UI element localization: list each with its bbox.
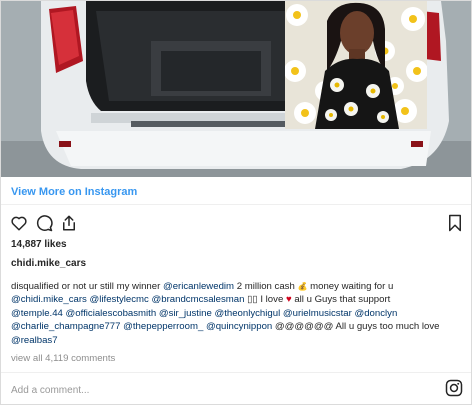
mention-link[interactable]: @lifestylecmc — [90, 294, 149, 305]
mention-link[interactable]: @chidi.mike_cars — [11, 294, 87, 305]
caption-text: all u Guys that support — [291, 294, 391, 306]
bookmark-icon — [449, 214, 461, 232]
likes-count[interactable]: 14,887 likes — [11, 239, 67, 250]
instagram-logo-button[interactable] — [445, 379, 463, 397]
like-button[interactable] — [9, 213, 29, 233]
caption-line: @temple.44 @officialescobasmith @sir_jus… — [11, 307, 466, 320]
caption-text: @@@@@@ All u guys too much love — [272, 321, 440, 333]
mention-link[interactable]: @realbas7 — [11, 335, 58, 346]
mention-link[interactable]: @temple.44 — [11, 308, 63, 319]
caption-line: @realbas7 — [11, 334, 466, 347]
caption-text: disqualified or not ur still my winner — [11, 281, 163, 292]
mention-link[interactable]: @charlie_champagne777 — [11, 321, 120, 332]
share-icon — [63, 215, 75, 231]
mention-link[interactable]: @donclyn — [354, 308, 397, 319]
money-bag-emoji: 💰 — [297, 282, 308, 291]
mention-link[interactable]: @theonlychigul — [214, 308, 280, 319]
mention-link[interactable]: @brandcmcsalesman — [152, 294, 245, 305]
add-comment-input[interactable] — [11, 381, 411, 399]
mention-link[interactable]: @thepepperroom_ — [123, 321, 203, 332]
caption-line: disqualified or not ur still my winner @… — [11, 280, 466, 293]
share-button[interactable] — [59, 213, 79, 233]
save-button[interactable] — [445, 213, 465, 233]
instagram-logo-icon — [445, 379, 463, 397]
mention-link[interactable]: @urielmusicstar — [283, 308, 352, 319]
instagram-embed-card: View More on Instagram 14,887 likes chid… — [0, 0, 472, 405]
post-username[interactable]: chidi.mike_cars — [11, 258, 86, 269]
mention-link[interactable]: @sir_justine — [159, 308, 212, 319]
post-photo[interactable] — [1, 1, 471, 177]
mention-link[interactable]: @quincynippon — [206, 321, 272, 332]
mention-link[interactable]: @ericanlewedim — [163, 281, 234, 292]
divider — [1, 204, 471, 205]
caption-text: 2 million cash — [234, 281, 298, 292]
post-caption: disqualified or not ur still my winner @… — [11, 280, 466, 347]
heart-outline-icon — [11, 216, 27, 231]
mention-link[interactable]: @officialescobasmith — [66, 308, 157, 319]
comment-button[interactable] — [34, 213, 54, 233]
comment-bubble-icon — [36, 215, 53, 232]
view-all-comments-link[interactable]: view all 4,119 comments — [11, 353, 115, 364]
portrait-inset-photo — [285, 1, 427, 129]
view-more-on-instagram-link[interactable]: View More on Instagram — [11, 186, 137, 198]
caption-text: ▯▯ I love — [244, 294, 286, 306]
caption-text: money waiting for u — [307, 281, 394, 292]
divider — [1, 372, 471, 373]
caption-line: @chidi.mike_cars @lifestylecmc @brandcmc… — [11, 293, 466, 306]
caption-line: @charlie_champagne777 @thepepperroom_ @q… — [11, 320, 466, 333]
